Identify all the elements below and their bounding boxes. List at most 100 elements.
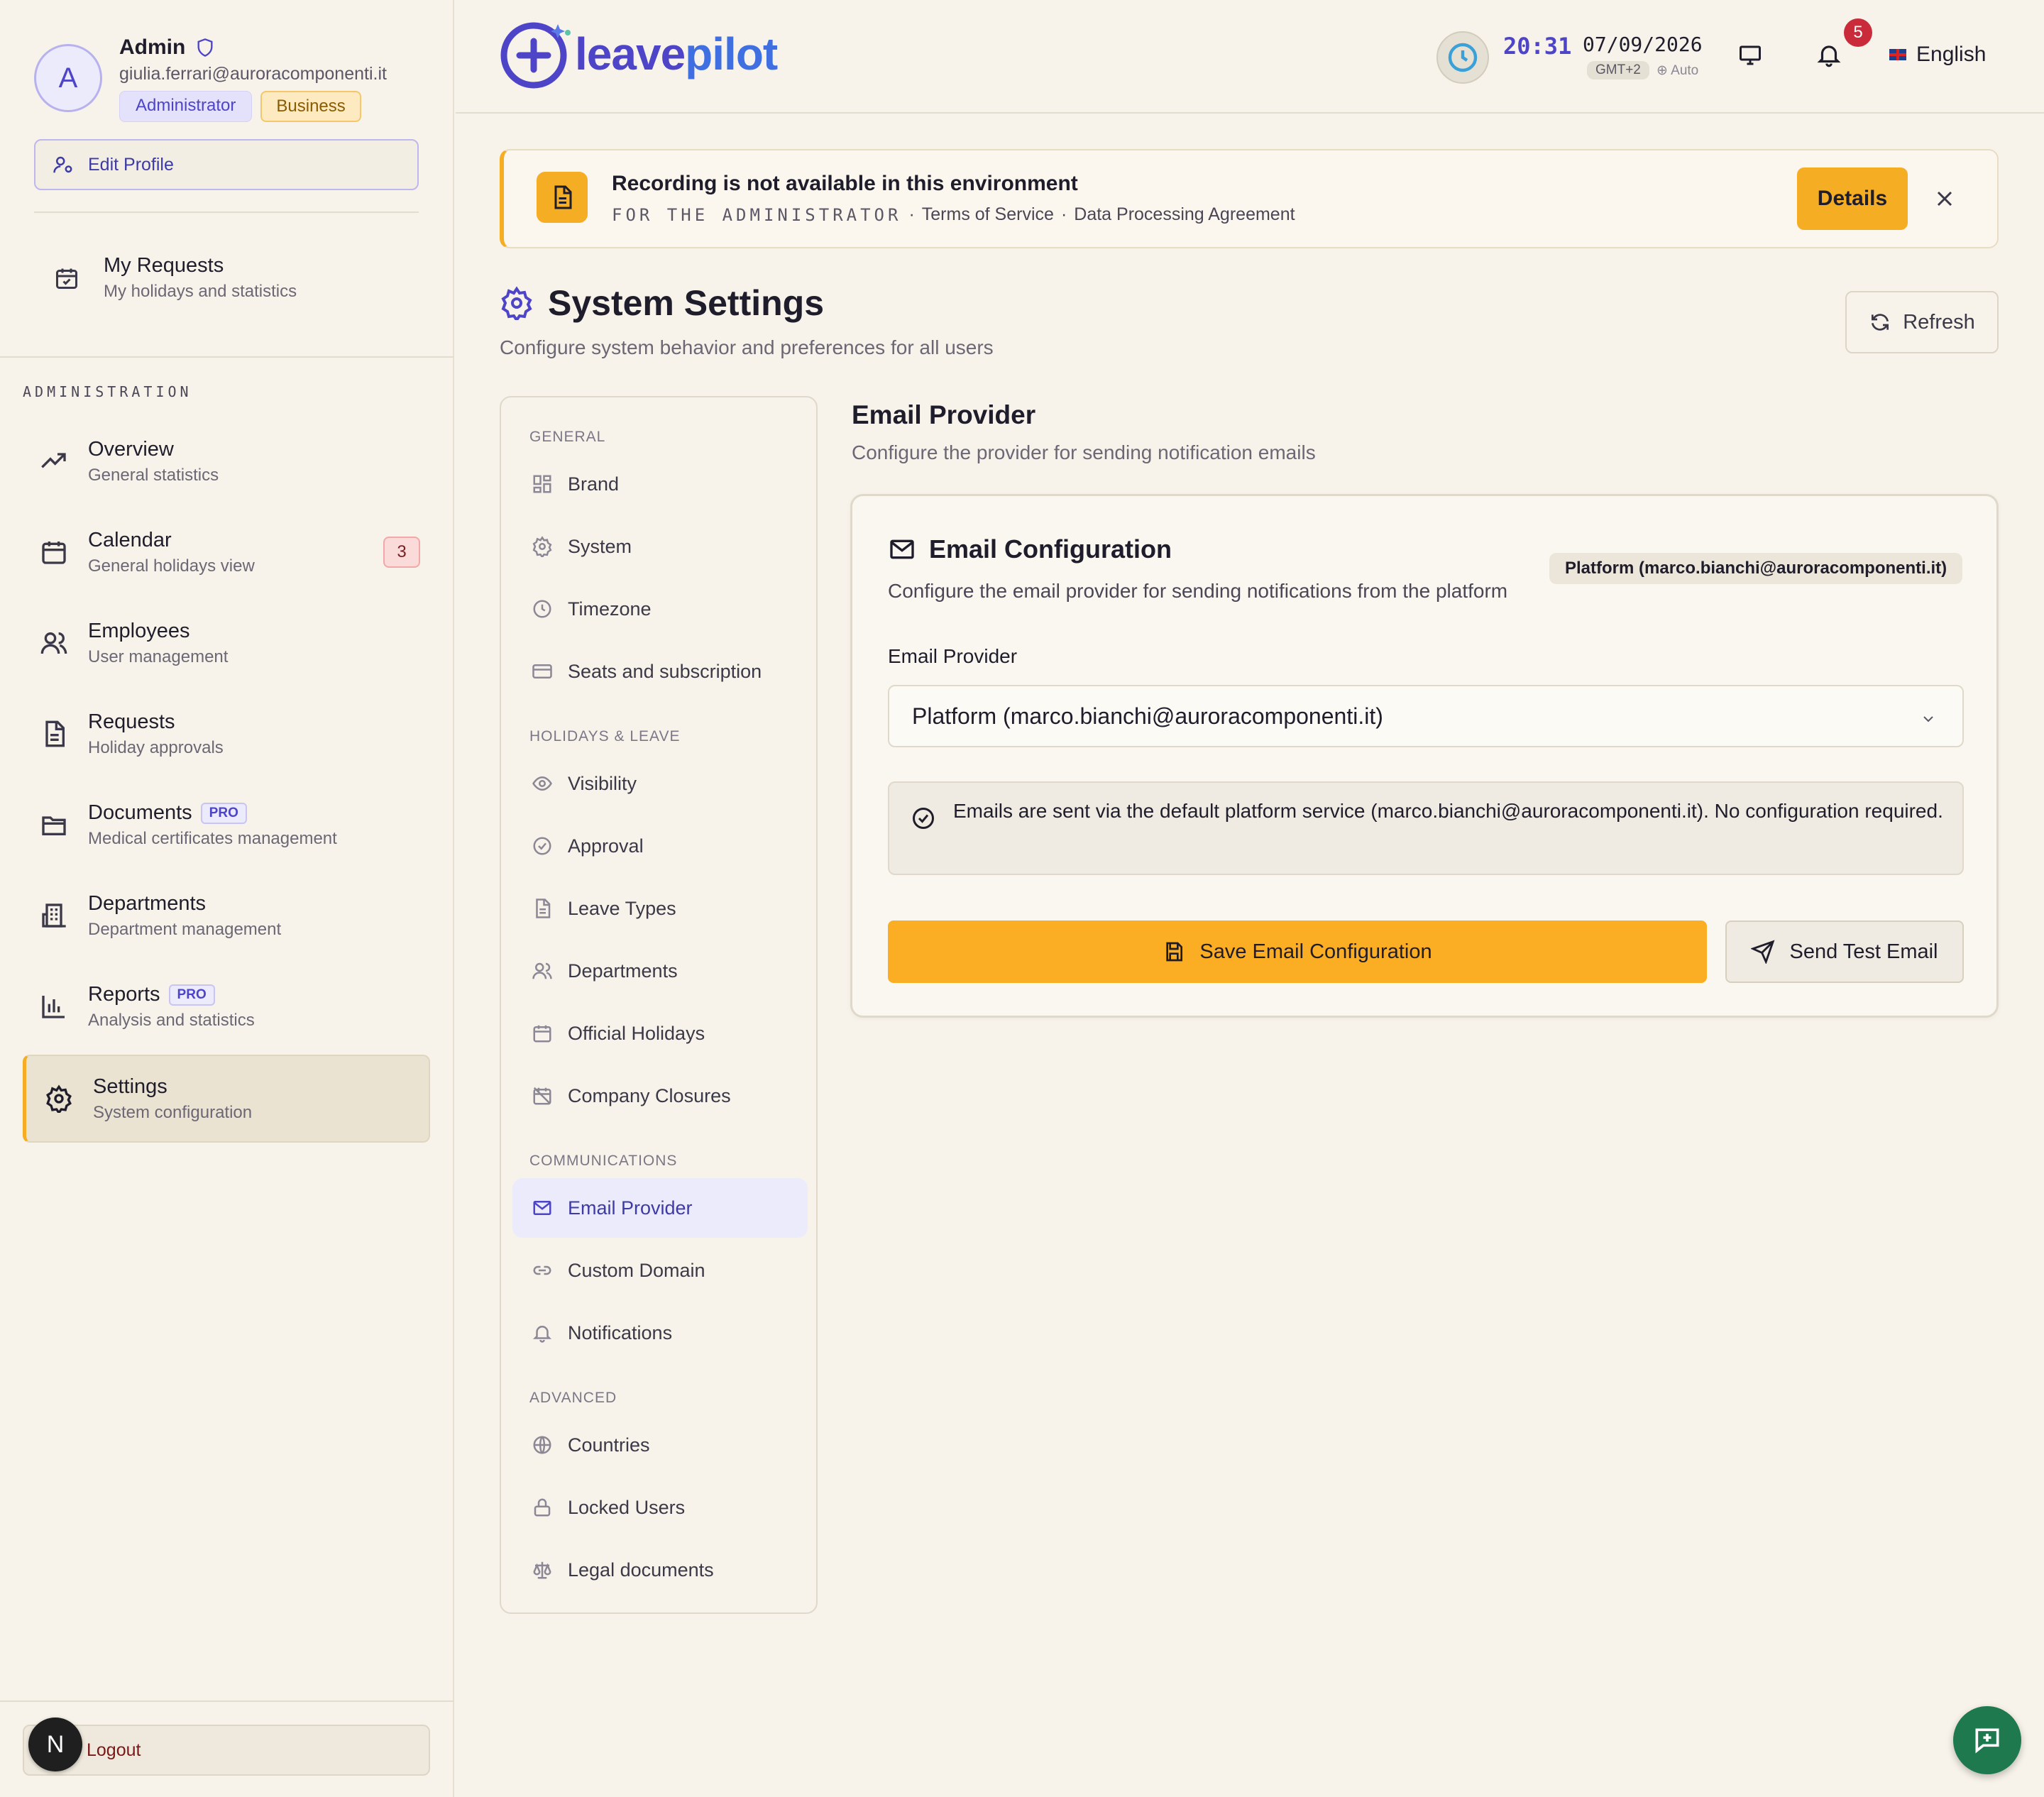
grid-icon — [531, 473, 554, 495]
divider — [0, 356, 454, 358]
settings-item-brand[interactable]: Brand — [512, 454, 808, 514]
settings-item-label: Legal documents — [568, 1559, 714, 1581]
sidebar-item-departments[interactable]: Departments Department management — [37, 881, 420, 950]
timezone-mode: ⊕ Auto — [1656, 63, 1699, 78]
user-name: Admin — [119, 35, 186, 59]
pro-badge: PRO — [200, 802, 247, 824]
nav-subtitle: General statistics — [88, 465, 219, 485]
mail-icon — [888, 535, 916, 564]
dpa-link[interactable]: Data Processing Agreement — [1074, 204, 1295, 225]
nav-subtitle: User management — [88, 647, 229, 666]
building-icon — [37, 898, 71, 933]
language-selector[interactable]: English — [1889, 43, 1986, 67]
banner-subtitle: FOR THE ADMINISTRATOR · Terms of Service… — [612, 204, 1295, 225]
nav-title: Overview — [88, 437, 174, 461]
check-circle-icon — [531, 835, 554, 857]
folder-icon — [37, 808, 71, 842]
sidebar-item-calendar[interactable]: Calendar General holidays view 3 — [37, 518, 420, 586]
calendar-off-icon — [531, 1084, 554, 1107]
calendar-icon — [37, 535, 71, 569]
settings-item-official-holidays[interactable]: Official Holidays — [512, 1004, 808, 1063]
email-provider-select[interactable]: Platform (marco.bianchi@auroracomponenti… — [888, 685, 1964, 747]
uk-flag-icon — [1889, 49, 1906, 60]
settings-item-email-provider[interactable]: Email Provider — [512, 1178, 808, 1238]
settings-item-custom-domain[interactable]: Custom Domain — [512, 1241, 808, 1300]
nav-title: Requests — [88, 710, 175, 733]
settings-item-company-closures[interactable]: Company Closures — [512, 1066, 808, 1126]
nav-subtitle: Medical certificates management — [88, 828, 337, 848]
section-label-general: GENERAL — [529, 429, 606, 445]
sidebar-item-overview[interactable]: Overview General statistics — [37, 427, 420, 495]
lock-icon — [531, 1496, 554, 1519]
settings-item-countries[interactable]: Countries — [512, 1415, 808, 1475]
user-cog-icon — [53, 154, 74, 175]
user-badges: Administrator Business — [119, 91, 361, 122]
settings-item-label: Leave Types — [568, 897, 676, 919]
sidebar-item-requests[interactable]: Requests Holiday approvals — [37, 700, 420, 768]
document-icon — [37, 717, 71, 751]
save-icon — [1163, 940, 1185, 963]
divider — [0, 1700, 454, 1702]
settings-item-label: System — [568, 535, 632, 557]
separator: · — [1060, 204, 1067, 224]
details-button[interactable]: Details — [1797, 167, 1908, 230]
monitor-icon[interactable] — [1737, 43, 1763, 68]
gear-icon — [500, 286, 534, 320]
refresh-label: Refresh — [1903, 310, 1975, 334]
sidebar-item-documents[interactable]: Documents PRO Medical certificates manage… — [37, 791, 420, 859]
settings-item-label: Departments — [568, 960, 678, 982]
settings-item-locked-users[interactable]: Locked Users — [512, 1478, 808, 1537]
settings-item-system[interactable]: System — [512, 517, 808, 576]
sidebar: A Admin giulia.ferrari@auroracomponenti.… — [0, 0, 454, 1797]
clock-time: 20:31 — [1503, 33, 1572, 60]
settings-item-label: Brand — [568, 473, 620, 495]
bell-icon — [531, 1321, 554, 1344]
clock-icon — [531, 598, 554, 620]
settings-item-notifications[interactable]: Notifications — [512, 1303, 808, 1363]
edit-profile-label: Edit Profile — [88, 154, 174, 175]
calendar-check-icon — [50, 261, 84, 295]
credit-card-icon — [531, 660, 554, 683]
logout-button[interactable]: Logout — [23, 1725, 430, 1776]
chat-button[interactable] — [1953, 1706, 2021, 1774]
notification-count-badge: 5 — [1844, 18, 1872, 47]
info-text: Emails are sent via the default platform… — [953, 800, 1943, 822]
sidebar-item-my-requests[interactable]: My Requests My holidays and statistics — [50, 254, 297, 302]
settings-item-timezone[interactable]: Timezone — [512, 579, 808, 639]
page-title: System Settings — [548, 283, 825, 323]
refresh-button[interactable]: Refresh — [1845, 291, 1999, 353]
sidebar-item-employees[interactable]: Employees User management — [37, 609, 420, 677]
settings-item-legal-documents[interactable]: Legal documents — [512, 1540, 808, 1600]
sidebar-item-reports[interactable]: Reports PRO Analysis and statistics — [37, 972, 420, 1040]
plan-badge: Business — [260, 91, 361, 122]
banner-audience: FOR THE ADMINISTRATOR — [612, 204, 902, 225]
bell-icon[interactable] — [1815, 41, 1842, 68]
edit-profile-button[interactable]: Edit Profile — [34, 139, 419, 190]
nav-subtitle: My holidays and statistics — [104, 282, 297, 301]
send-test-email-button[interactable]: Send Test Email — [1725, 921, 1964, 983]
mail-icon — [531, 1197, 554, 1219]
app-logo[interactable]: leavepilot — [500, 18, 778, 89]
settings-item-leave-types[interactable]: Leave Types — [512, 879, 808, 938]
avatar[interactable]: A — [34, 44, 102, 112]
dev-tools-avatar[interactable]: N — [28, 1718, 82, 1771]
settings-item-label: Company Closures — [568, 1084, 731, 1106]
nav-title-row: Documents PRO — [88, 801, 420, 825]
settings-item-seats[interactable]: Seats and subscription — [512, 642, 808, 701]
nav-subtitle: System configuration — [93, 1102, 253, 1122]
section-subtitle: Configure the provider for sending notif… — [852, 441, 1316, 463]
settings-item-departments[interactable]: Departments — [512, 941, 808, 1001]
settings-item-label: Countries — [568, 1434, 650, 1456]
close-icon[interactable] — [1932, 186, 1957, 211]
save-email-configuration-button[interactable]: Save Email Configuration — [888, 921, 1707, 983]
logo-text: leavepilot — [575, 28, 778, 80]
settings-item-label: Seats and subscription — [568, 660, 762, 682]
settings-item-visibility[interactable]: Visibility — [512, 754, 808, 813]
terms-link[interactable]: Terms of Service — [922, 204, 1054, 225]
separator: · — [908, 204, 915, 224]
message-plus-icon — [1972, 1725, 2003, 1756]
sidebar-item-settings[interactable]: Settings System configuration — [23, 1055, 430, 1143]
settings-item-approval[interactable]: Approval — [512, 816, 808, 876]
user-email: giulia.ferrari@auroracomponenti.it — [119, 64, 387, 84]
check-circle-icon — [911, 806, 936, 831]
